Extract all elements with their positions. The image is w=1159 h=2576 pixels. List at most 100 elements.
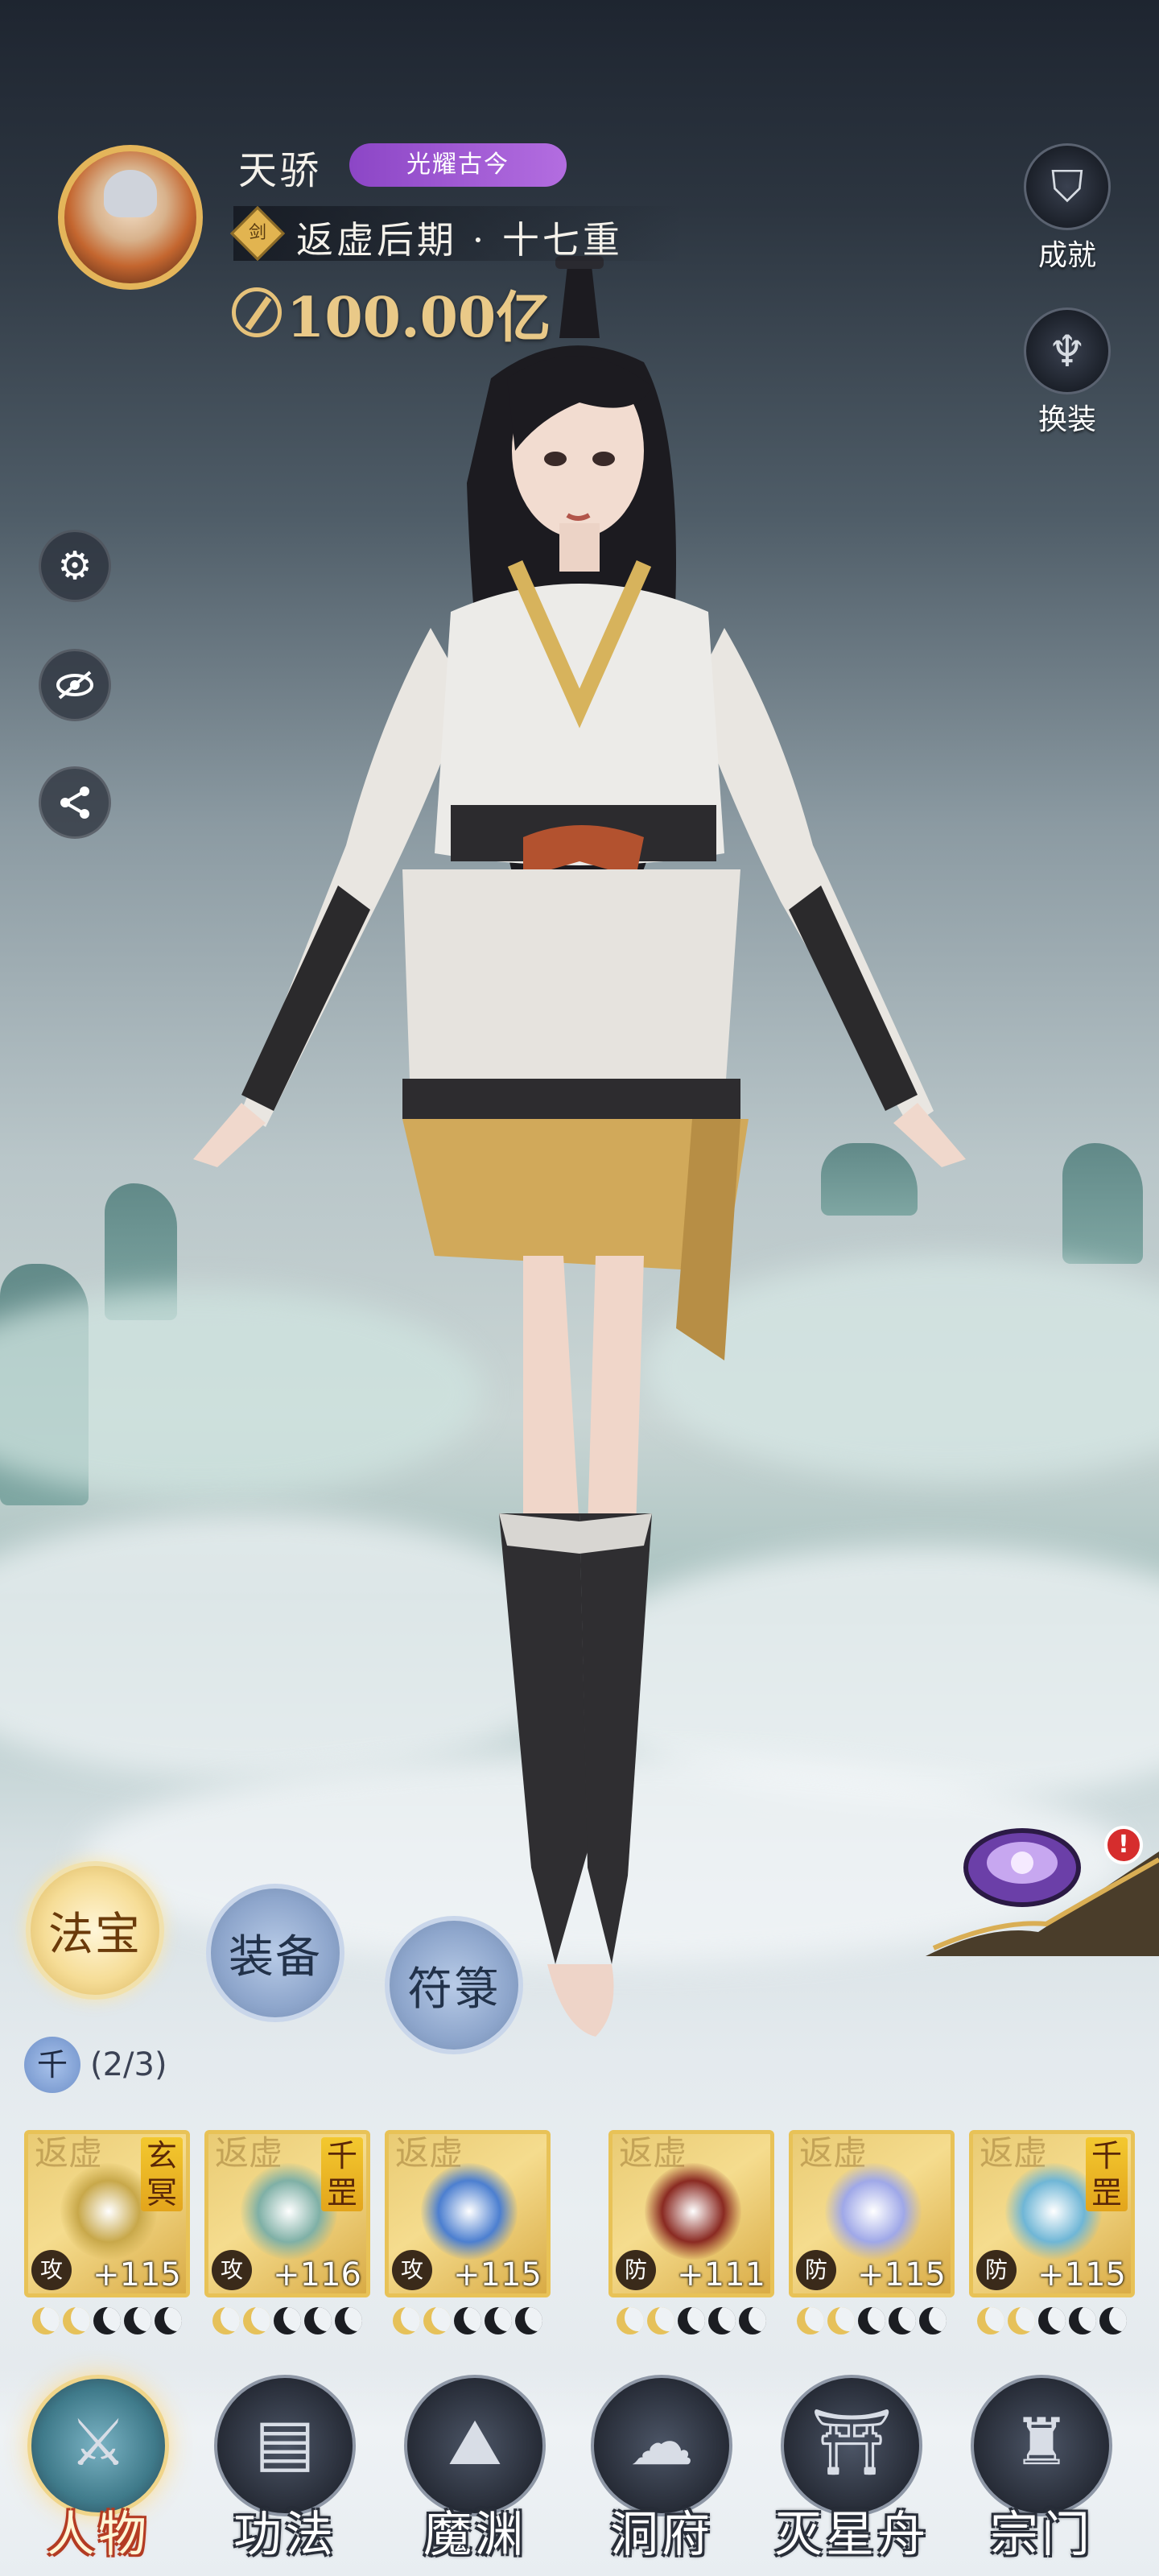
- treasure-slot[interactable]: 返虚防 +115: [789, 2130, 955, 2297]
- enhance-level: +115: [857, 2256, 946, 2293]
- armor-outfit-icon: ♆: [1024, 308, 1111, 394]
- moon-star-icon: [454, 2307, 481, 2334]
- treasure-art-icon: [421, 2163, 518, 2260]
- share-button[interactable]: [39, 766, 111, 839]
- moon-star-icon: [155, 2307, 182, 2334]
- moon-star-icon: [858, 2307, 885, 2334]
- share-icon: [60, 786, 89, 819]
- moon-star-icon: [1038, 2307, 1066, 2334]
- nav-item-cave-dwelling[interactable]: ☁ 洞府: [581, 2375, 742, 2576]
- treasure-slot[interactable]: 返虚防 +111: [608, 2130, 774, 2297]
- moon-star-icon: [124, 2307, 151, 2334]
- player-name: 天骄: [238, 148, 323, 193]
- moon-star-icon: [647, 2307, 674, 2334]
- treasure-art-icon: [645, 2163, 741, 2260]
- moon-star-icon: [797, 2307, 824, 2334]
- moon-star-icon: [977, 2307, 1004, 2334]
- moon-star-icon: [1099, 2307, 1127, 2334]
- treasure-slot[interactable]: 返虚 千罡攻 +116: [204, 2130, 370, 2297]
- moon-star-icon: [617, 2307, 644, 2334]
- shield-achievement-icon: ⛉: [1024, 143, 1111, 230]
- star-rating: [789, 2307, 955, 2339]
- moon-star-icon: [1008, 2307, 1035, 2334]
- treasure-art-icon: [825, 2163, 922, 2260]
- title-badge[interactable]: 光耀古今: [349, 143, 567, 187]
- set-icon: 千: [24, 2037, 80, 2093]
- nav-label: 功法: [233, 2507, 336, 2563]
- sword-realm-icon: 剑: [230, 206, 285, 261]
- combat-power-value: 100.00亿: [287, 285, 551, 350]
- stat-kind-badge: 防: [796, 2250, 836, 2290]
- moon-star-icon: [485, 2307, 512, 2334]
- player-avatar[interactable]: [58, 145, 203, 290]
- set-tag: 千罡: [1086, 2137, 1128, 2211]
- moon-star-icon: [243, 2307, 270, 2334]
- set-progress[interactable]: 千 (2/3): [24, 2037, 167, 2093]
- moon-star-icon: [32, 2307, 60, 2334]
- nav-item-sect-pagoda[interactable]: ♜ 宗门: [961, 2375, 1122, 2576]
- moon-star-icon: [304, 2307, 332, 2334]
- tab-talisman[interactable]: 符箓: [385, 1916, 523, 2054]
- nav-item-abyss-mountain[interactable]: ⛰ 魔渊: [394, 2375, 555, 2576]
- realm-level: 返虚后期 · 十七重: [296, 218, 623, 262]
- moon-star-icon: [515, 2307, 542, 2334]
- outfit-label: 换装: [1037, 403, 1096, 436]
- stat-kind-badge: 攻: [392, 2250, 432, 2290]
- moon-star-icon: [393, 2307, 420, 2334]
- tab-treasure[interactable]: 法宝: [26, 1861, 164, 2000]
- hide-ui-button[interactable]: [39, 649, 111, 721]
- set-tag: 千罡: [321, 2137, 363, 2211]
- nav-label: 洞府: [610, 2507, 713, 2563]
- nav-item-star-ship[interactable]: ⛩ 灭星舟: [771, 2375, 932, 2576]
- nav-item-character[interactable]: ⚔ 人物: [18, 2375, 179, 2576]
- star-rating: [204, 2307, 370, 2339]
- star-rating: [969, 2307, 1135, 2339]
- nav-item-scroll-cards[interactable]: ▤ 功法: [204, 2375, 365, 2576]
- nav-label: 魔渊: [423, 2507, 526, 2563]
- set-tag: 玄冥: [141, 2137, 183, 2211]
- tab-equipment[interactable]: 装备: [206, 1884, 344, 2022]
- enhance-level: +116: [273, 2256, 361, 2293]
- moon-star-icon: [708, 2307, 736, 2334]
- treasure-slot[interactable]: 返虚 千罡防 +115: [969, 2130, 1135, 2297]
- enhance-level: +111: [677, 2256, 765, 2293]
- moon-star-icon: [919, 2307, 947, 2334]
- nav-label: 人物: [47, 2507, 150, 2563]
- combat-power-icon: [232, 287, 282, 337]
- moon-star-icon: [274, 2307, 301, 2334]
- star-rating: [24, 2307, 190, 2339]
- moon-star-icon: [827, 2307, 855, 2334]
- enhance-level: +115: [1037, 2256, 1126, 2293]
- moon-star-icon: [678, 2307, 705, 2334]
- eye-hidden-icon: [56, 671, 93, 700]
- gear-icon: ⚙: [57, 543, 93, 588]
- treasure-slot[interactable]: 返虚攻 +115: [385, 2130, 551, 2297]
- moon-star-icon: [93, 2307, 121, 2334]
- moon-star-icon: [739, 2307, 766, 2334]
- enhance-level: +115: [93, 2256, 181, 2293]
- enhance-level: +115: [453, 2256, 542, 2293]
- achievement-button[interactable]: ⛉ 成就: [1019, 143, 1116, 274]
- stat-kind-badge: 攻: [212, 2250, 252, 2290]
- stat-kind-badge: 防: [976, 2250, 1017, 2290]
- moon-star-icon: [212, 2307, 240, 2334]
- moon-star-icon: [889, 2307, 916, 2334]
- nav-label: 灭星舟: [774, 2507, 929, 2563]
- settings-button[interactable]: ⚙: [39, 530, 111, 602]
- outfit-button[interactable]: ♆ 换装: [1019, 308, 1116, 438]
- moon-star-icon: [63, 2307, 90, 2334]
- set-count: (2/3): [90, 2046, 167, 2083]
- star-rating: [385, 2307, 551, 2339]
- combat-power: 100.00亿: [232, 280, 551, 350]
- achievement-label: 成就: [1037, 239, 1096, 272]
- nav-label: 宗门: [990, 2507, 1093, 2563]
- moon-star-icon: [335, 2307, 362, 2334]
- moon-star-icon: [423, 2307, 451, 2334]
- alert-badge: !: [1104, 1826, 1143, 1864]
- stat-kind-badge: 攻: [31, 2250, 72, 2290]
- game-screen: 天骄 光耀古今 剑 返虚后期 · 十七重 100.00亿 ⛉ 成就 ♆ 换装 ⚙…: [0, 0, 1159, 2576]
- star-rating: [608, 2307, 774, 2339]
- realm-row: 剑 返虚后期 · 十七重: [230, 206, 684, 262]
- stat-kind-badge: 防: [616, 2250, 656, 2290]
- treasure-slot[interactable]: 返虚 玄冥攻 +115: [24, 2130, 190, 2297]
